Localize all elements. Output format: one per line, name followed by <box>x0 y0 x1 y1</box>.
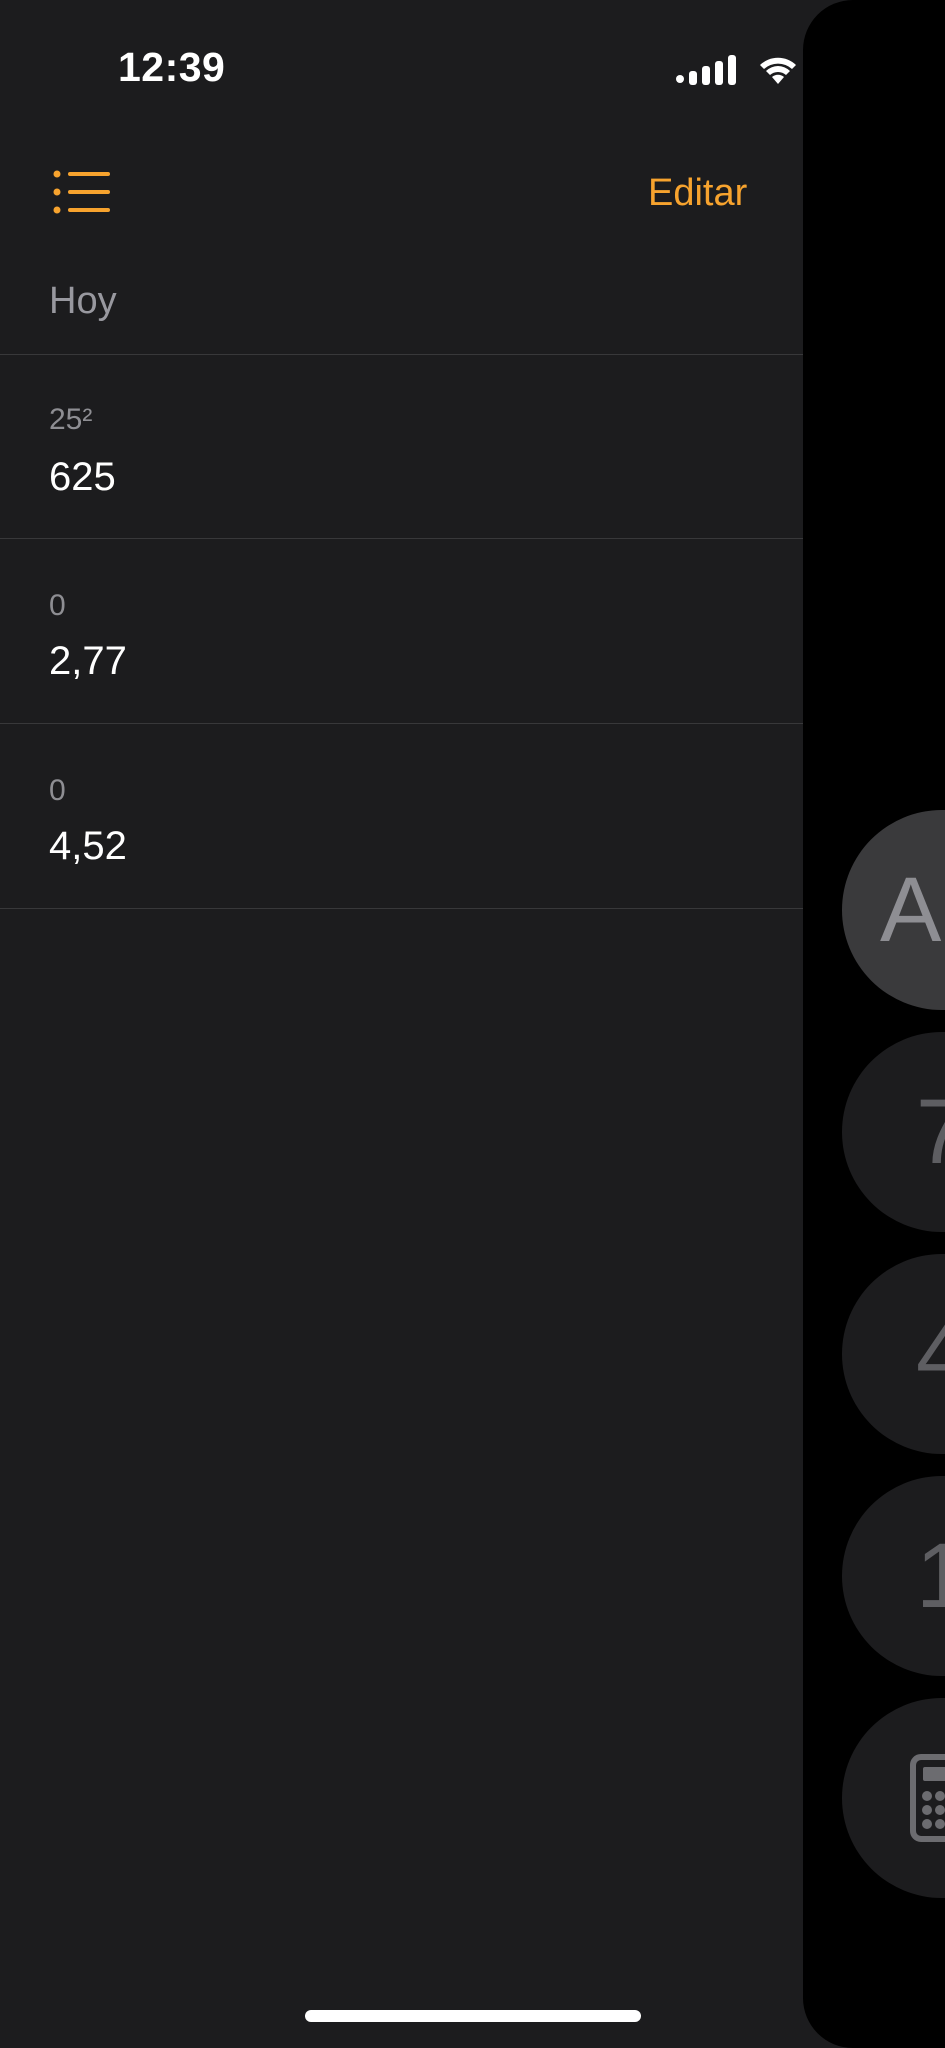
history-item[interactable]: 0 4,52 <box>0 724 803 908</box>
edit-button[interactable]: Editar <box>648 172 747 215</box>
history-expression: 0 <box>49 774 66 807</box>
list-menu-icon[interactable] <box>52 170 112 214</box>
history-expression: 25² <box>49 403 93 436</box>
home-indicator[interactable] <box>305 2010 641 2022</box>
history-result: 4,52 <box>49 824 127 868</box>
history-item[interactable]: 0 2,77 <box>0 539 803 723</box>
cellular-signal-icon <box>676 55 736 85</box>
wifi-icon <box>760 57 796 84</box>
divider <box>0 908 803 909</box>
history-result: 625 <box>49 455 116 499</box>
history-expression: 0 <box>49 589 66 622</box>
history-item[interactable]: 25² 625 <box>0 355 803 539</box>
status-time: 12:39 <box>118 44 226 90</box>
status-icons: 33 <box>676 52 881 88</box>
section-title-today: Hoy <box>49 280 117 322</box>
calculator-history-screen: 12:39 33 Editar Hoy 25² 625 0 2,77 0 4,5… <box>0 0 945 2048</box>
battery-level: 33 <box>831 56 857 83</box>
history-result: 2,77 <box>49 639 127 683</box>
calculator-icon <box>910 1754 945 1842</box>
